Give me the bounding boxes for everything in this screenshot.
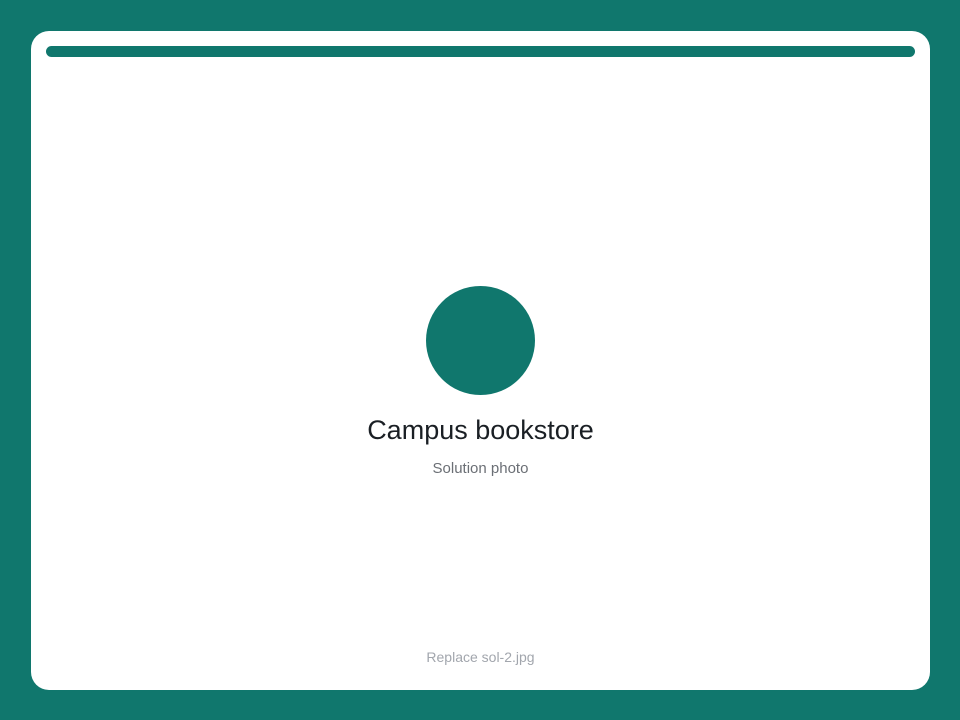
- accent-bar: [46, 46, 915, 57]
- replace-file-note: Replace sol-2.jpg: [426, 649, 535, 665]
- placeholder-subtitle: Solution photo: [432, 460, 529, 477]
- placeholder-title: Campus bookstore: [367, 415, 594, 445]
- image-placeholder-card: Campus bookstore Solution photo Replace …: [31, 31, 930, 690]
- placeholder-circle-icon: [426, 286, 535, 395]
